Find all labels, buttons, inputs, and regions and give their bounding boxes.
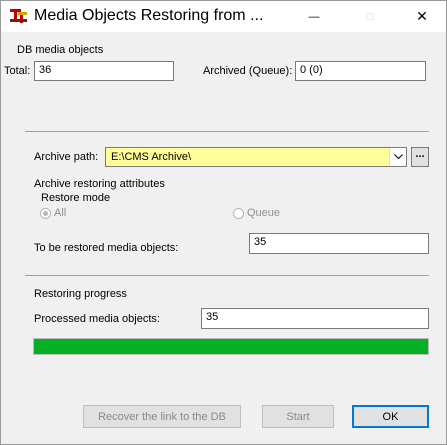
ok-button[interactable]: OK bbox=[352, 405, 429, 428]
recover-link-button[interactable]: Recover the link to the DB bbox=[83, 405, 241, 428]
total-label: Total: bbox=[4, 65, 31, 77]
restore-mode-all-label: All bbox=[54, 207, 67, 219]
processed-media-objects-label: Processed media objects: bbox=[34, 313, 160, 325]
section-divider-2 bbox=[25, 275, 429, 276]
close-button[interactable]: ✕ bbox=[399, 1, 445, 32]
title-bar[interactable]: Media Objects Restoring from ... — □ ✕ bbox=[1, 1, 446, 32]
radio-unchecked-icon bbox=[233, 207, 244, 219]
media-restore-app-icon bbox=[10, 8, 28, 24]
archived-queue-label: Archived (Queue): bbox=[203, 65, 293, 77]
minimize-button[interactable]: — bbox=[291, 1, 337, 32]
radio-checked-icon bbox=[40, 207, 51, 219]
window-title: Media Objects Restoring from ... bbox=[34, 7, 264, 24]
close-icon: ✕ bbox=[416, 8, 428, 24]
start-button[interactable]: Start bbox=[262, 405, 334, 428]
db-media-objects-heading: DB media objects bbox=[17, 44, 104, 56]
archive-path-label: Archive path: bbox=[34, 151, 99, 163]
restore-mode-all-radio[interactable]: All bbox=[40, 207, 66, 219]
restore-mode-queue-radio[interactable]: Queue bbox=[233, 207, 280, 219]
processed-media-objects-field[interactable]: 35 bbox=[201, 308, 429, 329]
chevron-down-icon[interactable] bbox=[389, 148, 406, 166]
browse-button[interactable]: ... bbox=[411, 147, 429, 167]
archive-path-select[interactable]: E:\CMS Archive\ bbox=[105, 147, 407, 167]
to-be-restored-label: To be restored media objects: bbox=[34, 242, 179, 254]
to-be-restored-field[interactable]: 35 bbox=[249, 233, 429, 254]
total-field[interactable]: 36 bbox=[34, 61, 174, 81]
restore-mode-queue-label: Queue bbox=[247, 207, 281, 219]
progress-fill bbox=[34, 339, 428, 354]
archive-path-value: E:\CMS Archive\ bbox=[111, 151, 192, 163]
restore-progress-bar bbox=[33, 338, 429, 355]
restore-mode-heading: Restore mode bbox=[41, 192, 111, 204]
restoring-progress-heading: Restoring progress bbox=[34, 288, 127, 300]
maximize-icon: □ bbox=[366, 10, 374, 23]
archived-queue-field[interactable]: 0 (0) bbox=[295, 61, 426, 81]
restoring-attributes-heading: Archive restoring attributes bbox=[34, 178, 165, 190]
minimize-icon: — bbox=[308, 10, 320, 23]
section-divider bbox=[25, 131, 429, 132]
restore-dialog: Media Objects Restoring from ... — □ ✕ D… bbox=[0, 0, 447, 445]
maximize-button[interactable]: □ bbox=[347, 1, 393, 32]
